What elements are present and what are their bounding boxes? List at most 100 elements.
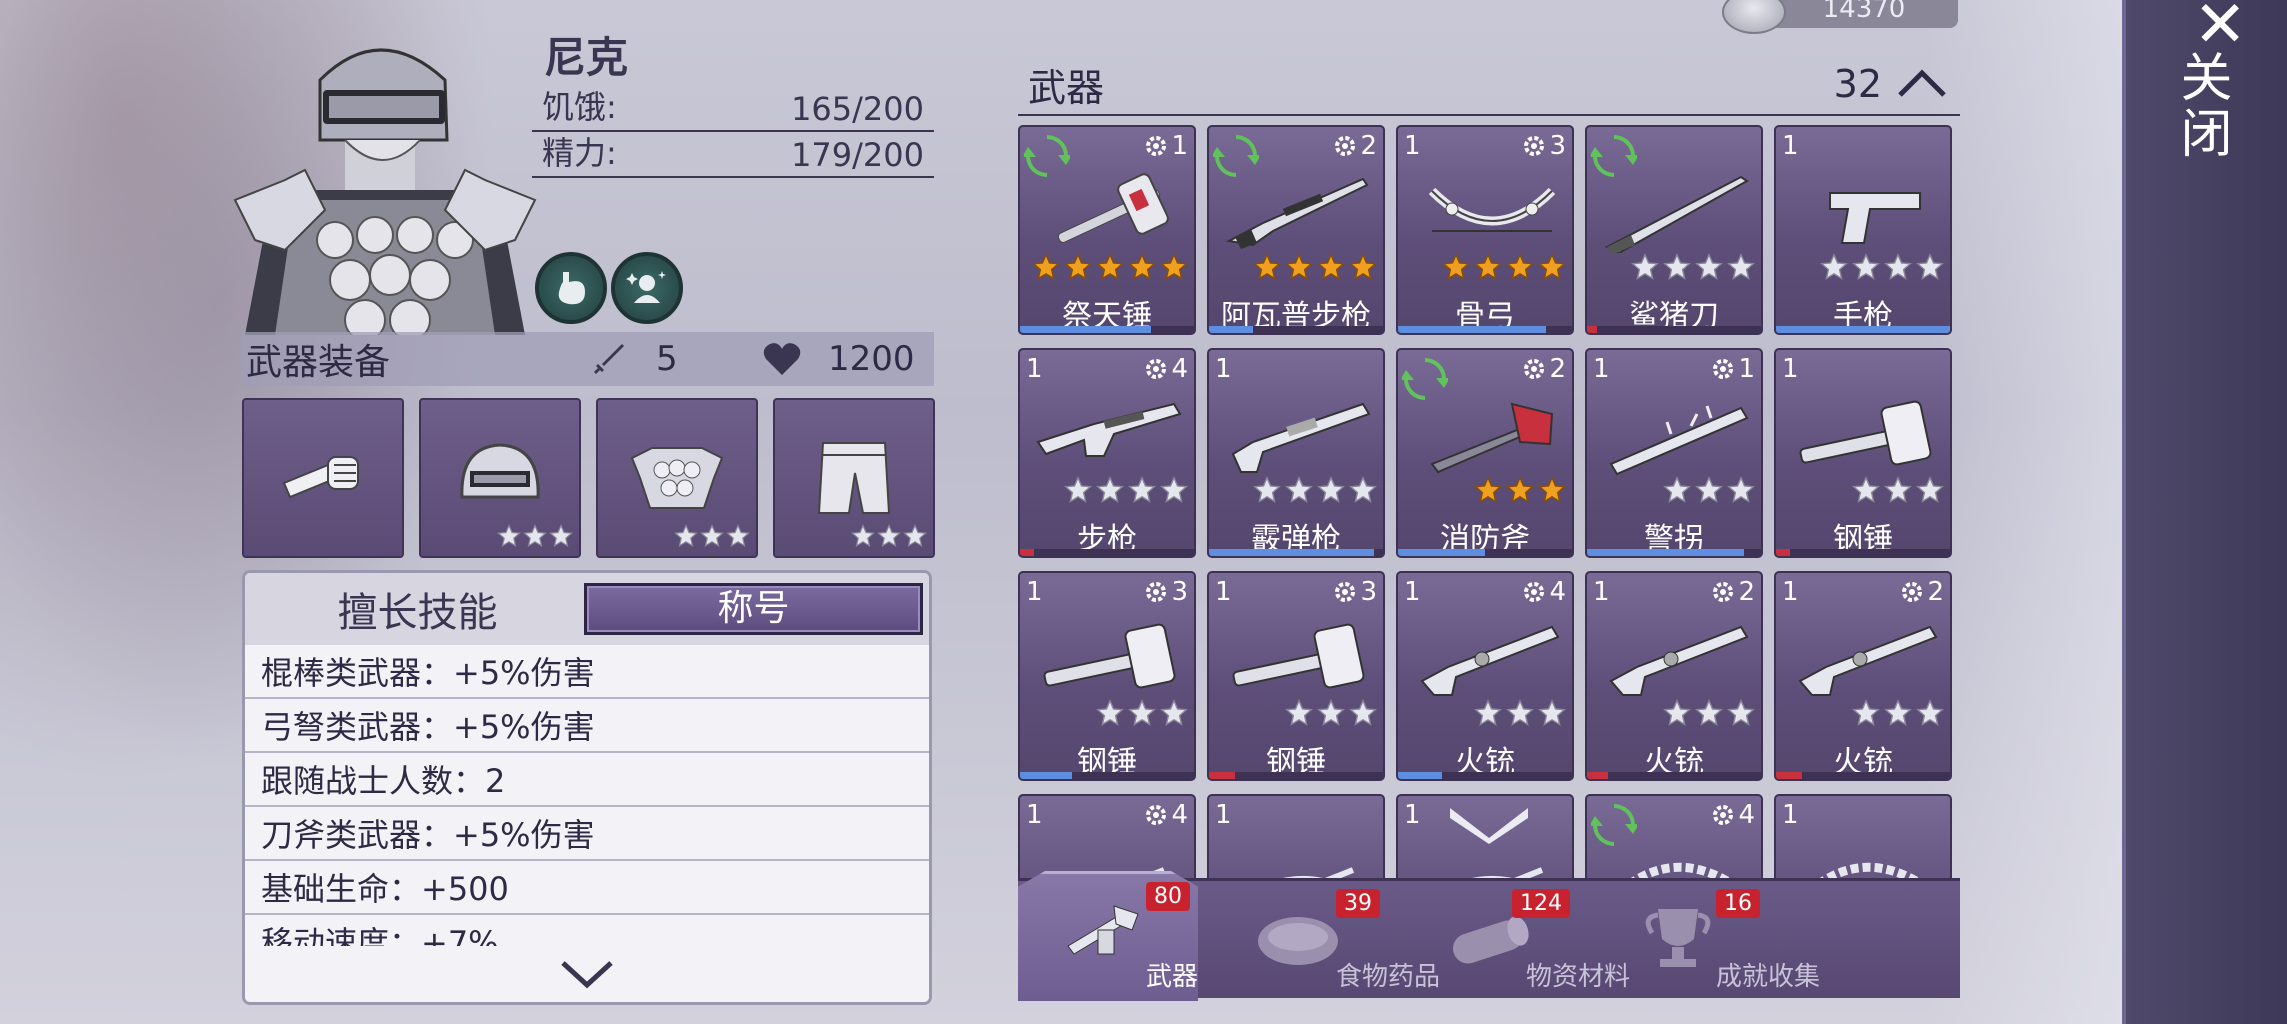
- gear-icon: [1524, 582, 1545, 602]
- weapon-level-value: 3: [1171, 577, 1188, 607]
- star-icon: [1852, 699, 1880, 726]
- weapon-level: 3: [1143, 577, 1188, 607]
- weapon-quantity: 1: [1215, 577, 1232, 607]
- star-icon: [1253, 476, 1281, 503]
- weapon-steelhammer-icon: [1799, 400, 1932, 466]
- weapon-card[interactable]: 1 霰弹枪: [1207, 348, 1385, 558]
- hp-value: 1200: [828, 339, 915, 379]
- durability-bar: [1776, 549, 1950, 556]
- weapon-level-value: 2: [1549, 354, 1566, 384]
- attack-value: 5: [656, 339, 678, 379]
- weapon-quantity: 1: [1026, 577, 1043, 607]
- equip-slot-helmet[interactable]: [419, 398, 581, 558]
- star-icon: [1663, 476, 1691, 503]
- gear-icon: [1146, 805, 1167, 825]
- close-label[interactable]: 关闭: [2171, 50, 2239, 162]
- character-portrait: [233, 48, 537, 335]
- weapons-title: 武器: [1028, 65, 1105, 110]
- weapon-card[interactable]: 1 3 钢锤: [1207, 571, 1385, 781]
- tab-title[interactable]: 称号: [584, 583, 923, 635]
- gear-icon: [1146, 582, 1167, 602]
- chevron-up-icon[interactable]: [1896, 69, 1948, 99]
- weapon-card[interactable]: 1 1 警拐: [1585, 348, 1763, 558]
- star-icon: [1442, 253, 1470, 280]
- hp-stat: 1200: [762, 339, 915, 379]
- star-icon: [1160, 699, 1188, 726]
- hunger-value: 165/200: [791, 90, 924, 128]
- equip-slot-weapon[interactable]: [242, 398, 404, 558]
- category-tabs: 80 武器工具 39 食物药品 124 物资材料 16 成就收集: [1018, 871, 1960, 1001]
- star-icon: [1285, 699, 1313, 726]
- star-icon: [1538, 253, 1566, 280]
- durability-fill: [1209, 772, 1236, 779]
- weapon-card[interactable]: 1 钢锤: [1774, 348, 1952, 558]
- expand-button[interactable]: [245, 946, 929, 1002]
- weapon-card[interactable]: 1 3 骨弓: [1396, 125, 1574, 335]
- skills-panel: 擅长技能 称号 棍棒类武器：+5%伤害 弓弩类武器：+5%伤害 跟随战士人数：2…: [242, 570, 932, 1005]
- weapon-card[interactable]: 1 4 步枪: [1018, 348, 1196, 558]
- weapon-hammer-icon: [1057, 173, 1169, 243]
- tab-log[interactable]: 124 物资材料: [1398, 881, 1630, 1001]
- armor-icon: [630, 447, 724, 509]
- durability-bar: [1020, 326, 1194, 333]
- weapon-level-value: 4: [1171, 800, 1188, 830]
- scroll-down-icon[interactable]: [1446, 804, 1532, 844]
- weapon-card[interactable]: 1 3 钢锤: [1018, 571, 1196, 781]
- tab-meat[interactable]: 39 食物药品: [1208, 881, 1440, 1001]
- durability-bar: [1587, 772, 1761, 779]
- skill-list[interactable]: 棍棒类武器：+5%伤害 弓弩类武器：+5%伤害 跟随战士人数：2 刀斧类武器：+…: [245, 645, 929, 950]
- durability-bar: [1398, 549, 1572, 556]
- star-icon: [1096, 253, 1124, 280]
- weapon-card[interactable]: 1 2 火铳: [1585, 571, 1763, 781]
- tab-tools[interactable]: 80 武器工具: [1018, 871, 1198, 1001]
- weapon-level: 2: [1710, 577, 1755, 607]
- weapon-card[interactable]: 1 祭天锤: [1018, 125, 1196, 335]
- weapon-level: 4: [1143, 800, 1188, 830]
- weapon-level-value: 2: [1927, 577, 1944, 607]
- durability-fill: [1776, 772, 1803, 779]
- stomach-icon[interactable]: [535, 252, 607, 324]
- character-name: 尼克: [544, 33, 629, 82]
- chevron-down-icon[interactable]: [559, 959, 615, 989]
- weapon-blade-icon: [1604, 175, 1749, 253]
- equipment-slots: [242, 398, 935, 558]
- weapons-count-group[interactable]: 32: [1834, 62, 1948, 106]
- weapon-axe-icon: [1430, 402, 1554, 474]
- coin-icon: [1722, 0, 1786, 34]
- weapon-steelhammer-icon: [1232, 623, 1365, 689]
- tab-skills[interactable]: 擅长技能: [251, 580, 584, 638]
- star-icon: [1695, 476, 1723, 503]
- gear-icon: [1146, 359, 1167, 379]
- star-rating: [1253, 253, 1377, 281]
- weapon-musket-icon: [1609, 625, 1749, 696]
- weapon-card[interactable]: 1 4 火铳: [1396, 571, 1574, 781]
- tab-badge: 39: [1336, 889, 1380, 918]
- tab-trophy[interactable]: 16 成就收集: [1588, 881, 1820, 1001]
- star-icon: [1631, 253, 1659, 280]
- weapon-card[interactable]: 鲨猪刀: [1585, 125, 1763, 335]
- weapon-quantity: 1: [1404, 131, 1421, 161]
- helmet-icon: [460, 443, 540, 499]
- star-icon: [1474, 253, 1502, 280]
- weapon-baton-icon: [1609, 405, 1749, 476]
- star-rating: [1820, 253, 1944, 281]
- list-item: 刀斧类武器：+5%伤害: [245, 807, 929, 861]
- weapon-card[interactable]: 1 手枪: [1774, 125, 1952, 335]
- hunger-stat: 饥饿: 165/200: [532, 88, 934, 132]
- weapon-sniper-icon: [1225, 177, 1369, 249]
- person-sparkle-icon[interactable]: [611, 252, 683, 324]
- equip-slot-armor[interactable]: [596, 398, 758, 558]
- weapon-quantity: 1: [1782, 577, 1799, 607]
- gear-icon: [1902, 582, 1923, 602]
- weapons-count: 32: [1833, 62, 1882, 106]
- durability-fill: [1587, 326, 1598, 333]
- star-icon: [1285, 476, 1313, 503]
- weapon-card[interactable]: 2 阿瓦普步枪: [1207, 125, 1385, 335]
- weapon-card[interactable]: 2 消防斧: [1396, 348, 1574, 558]
- star-icon: [1506, 253, 1534, 280]
- durability-fill: [1776, 549, 1790, 556]
- equip-slot-pants[interactable]: [773, 398, 935, 558]
- tab-label: 成就收集: [1715, 962, 1820, 992]
- close-panel[interactable]: ✕ 关闭: [2122, 0, 2287, 1024]
- weapon-card[interactable]: 1 2 火铳: [1774, 571, 1952, 781]
